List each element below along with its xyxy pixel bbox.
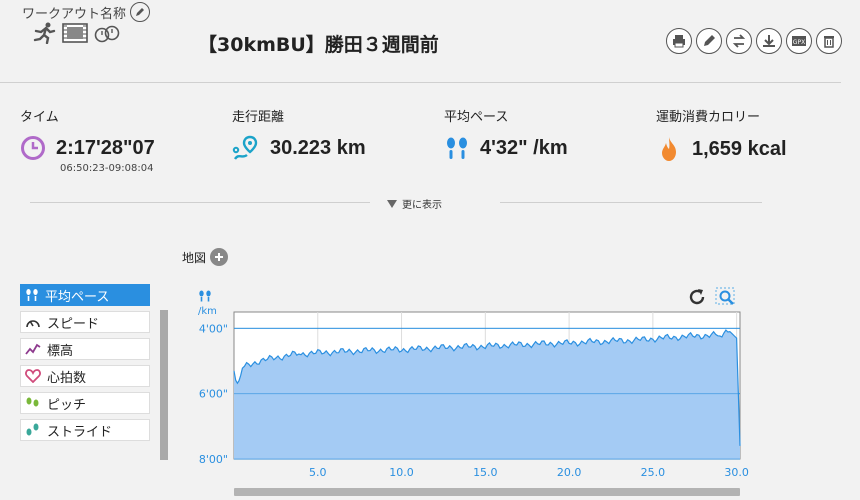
x-axis-ticks: 5.0 10.0 15.0 20.0 25.0 30.0 (309, 466, 749, 479)
stat-time-value: 2:17'28"07 (56, 136, 155, 159)
stat-time: タイム 2:17'28"07 06:50:23-09:08:04 (20, 106, 155, 174)
toolbar: GPX (666, 28, 842, 54)
map-toggle[interactable]: 地図 (182, 248, 229, 266)
workout-title: 【30kmBU】勝田３週間前 (198, 34, 439, 56)
metric-scrollbar-thumb[interactable] (160, 310, 168, 460)
y-tick-label: 6'00" (199, 388, 228, 401)
flame-icon (662, 137, 676, 161)
x-tick-label: 20.0 (557, 466, 582, 479)
metric-speed[interactable]: スピード (20, 311, 150, 333)
route-pin-icon (232, 135, 258, 160)
stat-pace-value: 4'32" /km (480, 136, 568, 159)
stride-icon (26, 423, 39, 436)
y-axis-ticks: 4'00" 6'00" 8'00" (199, 322, 228, 466)
plus-icon[interactable] (210, 248, 229, 266)
edit-name-icon[interactable] (130, 2, 151, 22)
workout-name-label-group: ワークアウト名称 (22, 2, 151, 22)
stat-time-range: 06:50:23-09:08:04 (60, 163, 154, 174)
stat-calories: 運動消費カロリー 1,659 kcal (656, 106, 787, 163)
more-line-left (30, 202, 370, 203)
metric-heart-rate-label: 心拍数 (47, 370, 87, 386)
metric-cadence-label: ピッチ (47, 397, 87, 413)
metric-heart-rate[interactable]: 心拍数 (20, 365, 150, 387)
header-divider (0, 82, 841, 83)
x-tick-label: 5.0 (309, 466, 327, 479)
print-icon[interactable] (666, 28, 692, 54)
stat-distance: 走行距離 30.223 km (232, 106, 366, 161)
x-tick-label: 25.0 (641, 466, 666, 479)
stat-time-label: タイム (20, 110, 59, 125)
trash-icon[interactable] (816, 28, 842, 54)
video-icon[interactable] (62, 22, 88, 44)
y-tick-label: 4'00" (199, 322, 228, 335)
triangle-down-icon (387, 199, 397, 208)
show-more: 更に表示 (30, 196, 762, 211)
speedometer-icon (26, 320, 40, 328)
swap-icon[interactable] (726, 28, 752, 54)
elevation-icon (25, 343, 41, 355)
metric-pace[interactable]: 平均ペース (20, 284, 150, 306)
gpx-icon[interactable]: GPX (786, 28, 812, 54)
metric-list: 平均ペース スピード 標高 心拍数 ピッチ ストライド (20, 284, 150, 446)
more-line-right (500, 202, 762, 203)
stopwatch-icon[interactable] (94, 22, 120, 44)
heart-icon (25, 369, 41, 383)
runner-icon[interactable] (32, 22, 56, 44)
x-tick-label: 15.0 (473, 466, 498, 479)
stat-distance-value: 30.223 km (270, 136, 366, 159)
pace-chart[interactable]: 4'00" 6'00" 8'00" 5.0 10.0 15.0 20.0 25.0 30.0 (190, 300, 750, 486)
footprints-icon (447, 137, 467, 159)
stat-calories-value: 1,659 kcal (692, 137, 787, 160)
metric-speed-label: スピード (47, 316, 100, 332)
stat-pace: 平均ペース 4'32" /km (444, 106, 568, 161)
show-more-button[interactable]: 更に表示 (386, 196, 442, 211)
show-more-label: 更に表示 (402, 200, 442, 211)
stat-calories-label: 運動消費カロリー (656, 110, 761, 125)
cadence-icon (26, 397, 39, 407)
clock-icon (21, 136, 45, 160)
map-label: 地図 (182, 250, 207, 265)
y-tick-label: 8'00" (199, 453, 228, 466)
workout-type-icons (32, 22, 120, 44)
footprints-icon (26, 289, 38, 301)
svg-text:GPX: GPX (793, 39, 805, 46)
download-icon[interactable] (756, 28, 782, 54)
edit-icon[interactable] (696, 28, 722, 54)
stat-pace-label: 平均ペース (444, 110, 509, 125)
x-tick-label: 10.0 (389, 466, 414, 479)
metric-pace-label: 平均ペース (45, 289, 110, 305)
stat-distance-label: 走行距離 (232, 110, 285, 125)
metric-elevation-label: 標高 (47, 343, 74, 359)
workout-name-label: ワークアウト名称 (22, 6, 127, 22)
metric-stride[interactable]: ストライド (20, 419, 150, 441)
metric-stride-label: ストライド (47, 424, 113, 440)
chart-horizontal-scrollbar[interactable] (234, 488, 740, 496)
metric-cadence[interactable]: ピッチ (20, 392, 150, 414)
metric-elevation[interactable]: 標高 (20, 338, 150, 360)
x-tick-label: 30.0 (724, 466, 749, 479)
